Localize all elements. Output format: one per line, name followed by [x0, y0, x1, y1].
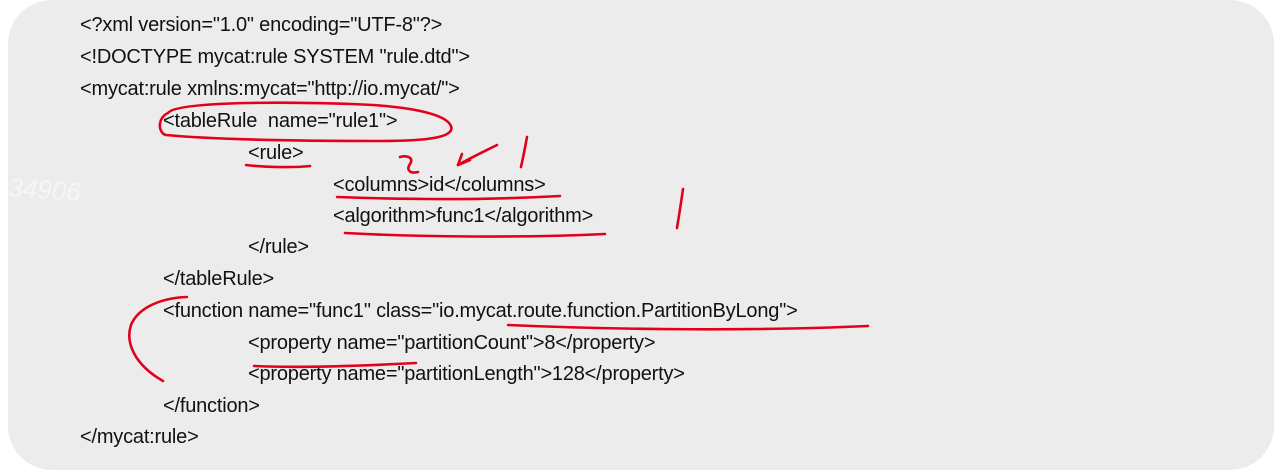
code-line-doctype: <!DOCTYPE mycat:rule SYSTEM "rule.dtd">: [80, 46, 470, 68]
code-line-property-length: <property name="partitionLength">128</pr…: [248, 363, 685, 385]
code-line-tablerule-close: </tableRule>: [163, 268, 275, 290]
code-line-algorithm: <algorithm>func1</algorithm>: [333, 205, 594, 227]
code-line-mycat-rule-close: </mycat:rule>: [80, 426, 199, 448]
code-line-rule-open: <rule>: [248, 142, 304, 164]
code-line-rule-close: </rule>: [248, 236, 309, 258]
watermark: 934906: [0, 171, 82, 207]
code-line-function-close: </function>: [163, 395, 260, 417]
code-line-function-open: <function name="func1" class="io.mycat.r…: [163, 300, 798, 322]
code-line-tablerule-open: <tableRule name="rule1">: [163, 110, 398, 132]
code-line-mycat-rule-open: <mycat:rule xmlns:mycat="http://io.mycat…: [80, 78, 460, 100]
code-line-property-count: <property name="partitionCount">8</prope…: [248, 332, 656, 354]
code-line-xml-declaration: <?xml version="1.0" encoding="UTF-8"?>: [80, 14, 443, 36]
code-line-columns: <columns>id</columns>: [333, 174, 546, 196]
